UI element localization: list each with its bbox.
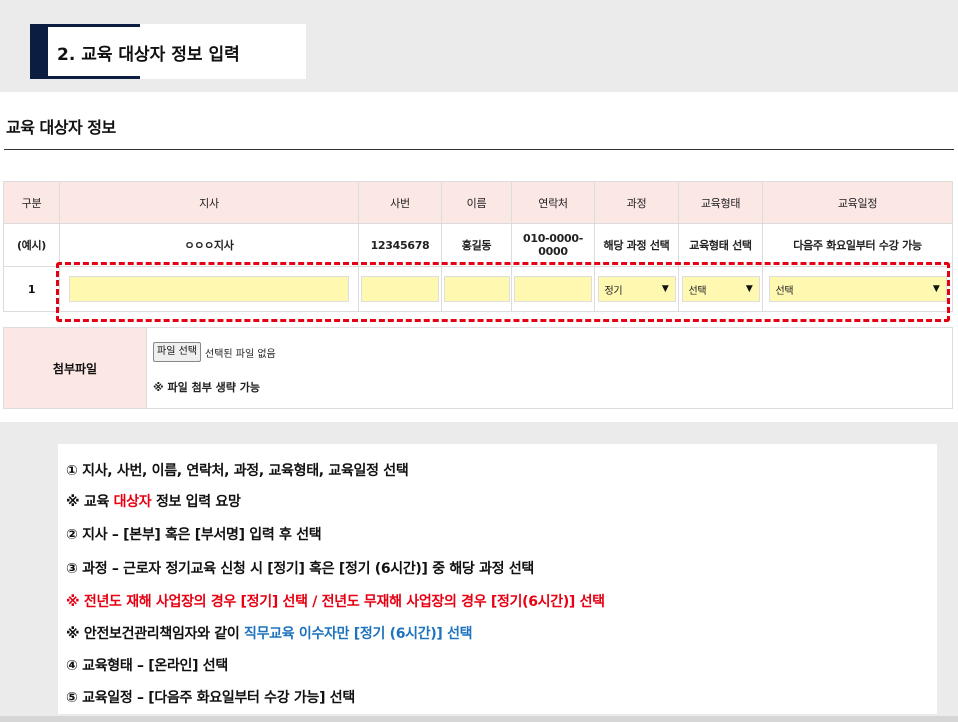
instruction-line-6-highlight: 직무교육 이수자만 [정기 (6시간)] 선택 <box>244 626 473 642</box>
file-select-button[interactable]: 파일 선택 <box>153 342 201 362</box>
instruction-line-4: ③ 과정 – 근로자 정기교육 신청 시 [정기] 혹은 [정기 (6시간)] … <box>66 561 534 577</box>
col-header-type: 구분 <box>3 181 60 224</box>
col-header-contact: 연락처 <box>511 181 595 224</box>
col-header-course: 과정 <box>594 181 679 224</box>
table-header-row: 구분 지사 사번 이름 연락처 과정 교육형태 교육일정 <box>3 181 953 224</box>
form-title-divider <box>4 149 954 150</box>
col-header-schedule: 교육일정 <box>762 181 953 224</box>
form-title: 교육 대상자 정보 <box>6 118 116 137</box>
bottom-divider <box>0 716 958 722</box>
attachment-label: 첨부파일 <box>3 327 147 409</box>
attachment-note: ※ 파일 첨부 생략 가능 <box>153 381 260 394</box>
example-cell-type: (예시) <box>3 223 60 267</box>
example-cell-name: 홍길동 <box>441 223 512 267</box>
section-title: 2. 교육 대상자 정보 입력 <box>57 45 240 65</box>
instruction-line-2: ※ 교육 대상자 정보 입력 요망 <box>66 491 241 511</box>
example-cell-employee-id: 12345678 <box>358 223 442 267</box>
instruction-line-5: ※ 전년도 재해 사업장의 경우 [정기] 선택 / 전년도 무재해 사업장의 … <box>66 594 605 610</box>
example-cell-branch: ㅇㅇㅇ지사 <box>59 223 359 267</box>
instruction-line-6: ※ 안전보건관리책임자와 같이 직무교육 이수자만 [정기 (6시간)] 선택 <box>66 623 473 643</box>
col-header-name: 이름 <box>441 181 512 224</box>
instruction-line-1: ① 지사, 사번, 이름, 연락처, 과정, 교육형태, 교육일정 선택 <box>66 463 409 479</box>
example-row: (예시) ㅇㅇㅇ지사 12345678 홍길동 010-0000-0000 해당… <box>3 223 953 267</box>
example-cell-training-type: 교육형태 선택 <box>678 223 763 267</box>
instruction-line-8: ⑤ 교육일정 – [다음주 화요일부터 수강 가능] 선택 <box>66 690 355 706</box>
instruction-line-7: ④ 교육형태 – [온라인] 선택 <box>66 658 228 674</box>
attachment-table: 첨부파일 파일 선택 선택된 파일 없음 ※ 파일 첨부 생략 가능 <box>3 327 953 409</box>
row-index: 1 <box>3 266 60 312</box>
file-status: 선택된 파일 없음 <box>205 349 276 360</box>
instruction-line-6-part-1: ※ 안전보건관리책임자와 같이 <box>66 626 244 642</box>
attachment-body: 파일 선택 선택된 파일 없음 ※ 파일 첨부 생략 가능 <box>146 327 953 409</box>
instruction-line-2-part-1: ※ 교육 <box>66 494 114 510</box>
input-row-highlight <box>56 262 950 322</box>
col-header-branch: 지사 <box>59 181 359 224</box>
example-cell-contact: 010-0000-0000 <box>511 223 595 267</box>
example-cell-course: 해당 과정 선택 <box>594 223 679 267</box>
example-cell-schedule: 다음주 화요일부터 수강 가능 <box>762 223 953 267</box>
instruction-line-2-highlight: 대상자 <box>113 494 152 510</box>
col-header-employee-id: 사번 <box>358 181 442 224</box>
instruction-line-3: ② 지사 – [본부] 혹은 [부서명] 입력 후 선택 <box>66 527 322 543</box>
col-header-training-type: 교육형태 <box>678 181 763 224</box>
instruction-line-2-part-3: 정보 입력 요망 <box>151 494 241 510</box>
